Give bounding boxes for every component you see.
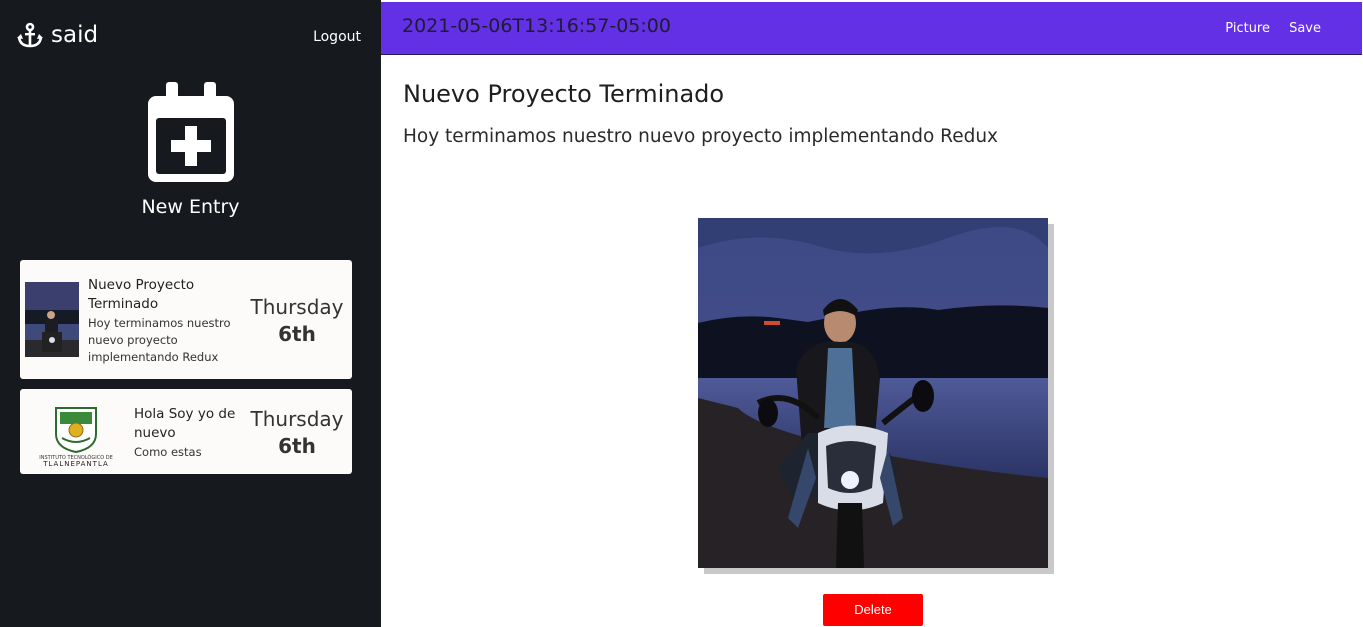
anchor-icon: [17, 22, 43, 48]
entry-body: Hola Soy yo de nuevo Como estas: [134, 405, 244, 461]
brand-name: said: [51, 22, 99, 48]
logo-caption: TLALNEPANTLA: [42, 460, 109, 468]
entry-day: Thursday: [250, 295, 344, 319]
institute-logo: INSTITUTO TECNOLÓGICO DE TLALNEPANTLA: [34, 404, 118, 468]
journal-entry-card[interactable]: INSTITUTO TECNOLÓGICO DE TLALNEPANTLA Ho…: [20, 389, 352, 474]
entry-day-number: 6th: [278, 322, 316, 346]
entry-body: Nuevo Proyecto Terminado Hoy terminamos …: [88, 276, 238, 366]
calendar-plus-icon: [0, 82, 381, 184]
entry-title: Hola Soy yo de nuevo: [134, 406, 236, 441]
entry-text: Hoy terminamos nuestro nuevo proyecto im…: [88, 316, 231, 364]
main-content: 2021-05-06T13:16:57-05:00 Picture Save N…: [381, 0, 1363, 627]
entry-day-number: 6th: [278, 434, 316, 458]
entry-date: Thursday 6th: [247, 294, 347, 348]
entry-timestamp: 2021-05-06T13:16:57-05:00: [402, 15, 671, 37]
brand: said: [17, 22, 98, 48]
entry-photo: [698, 218, 1048, 568]
journal-entry-card[interactable]: Nuevo Proyecto Terminado Hoy terminamos …: [20, 260, 352, 379]
save-button[interactable]: Save: [1289, 21, 1321, 36]
entry-title-field[interactable]: Nuevo Proyecto Terminado: [403, 80, 724, 108]
new-entry-label: New Entry: [141, 196, 240, 218]
entry-text: Como estas: [134, 445, 202, 459]
picture-button[interactable]: Picture: [1225, 21, 1270, 36]
entry-title: Nuevo Proyecto Terminado: [88, 277, 195, 312]
top-bar: 2021-05-06T13:16:57-05:00 Picture Save: [381, 2, 1362, 55]
new-entry-button[interactable]: New Entry: [0, 82, 381, 218]
entry-body-field[interactable]: Hoy terminamos nuestro nuevo proyecto im…: [403, 126, 998, 147]
sidebar: said Logout New Entry Nuevo Proyecto Ter…: [0, 0, 381, 627]
entry-day: Thursday: [250, 407, 344, 431]
entry-date: Thursday 6th: [247, 406, 347, 460]
delete-button[interactable]: Delete: [823, 594, 923, 626]
entry-thumbnail: [25, 282, 79, 357]
logout-button[interactable]: Logout: [313, 29, 361, 45]
